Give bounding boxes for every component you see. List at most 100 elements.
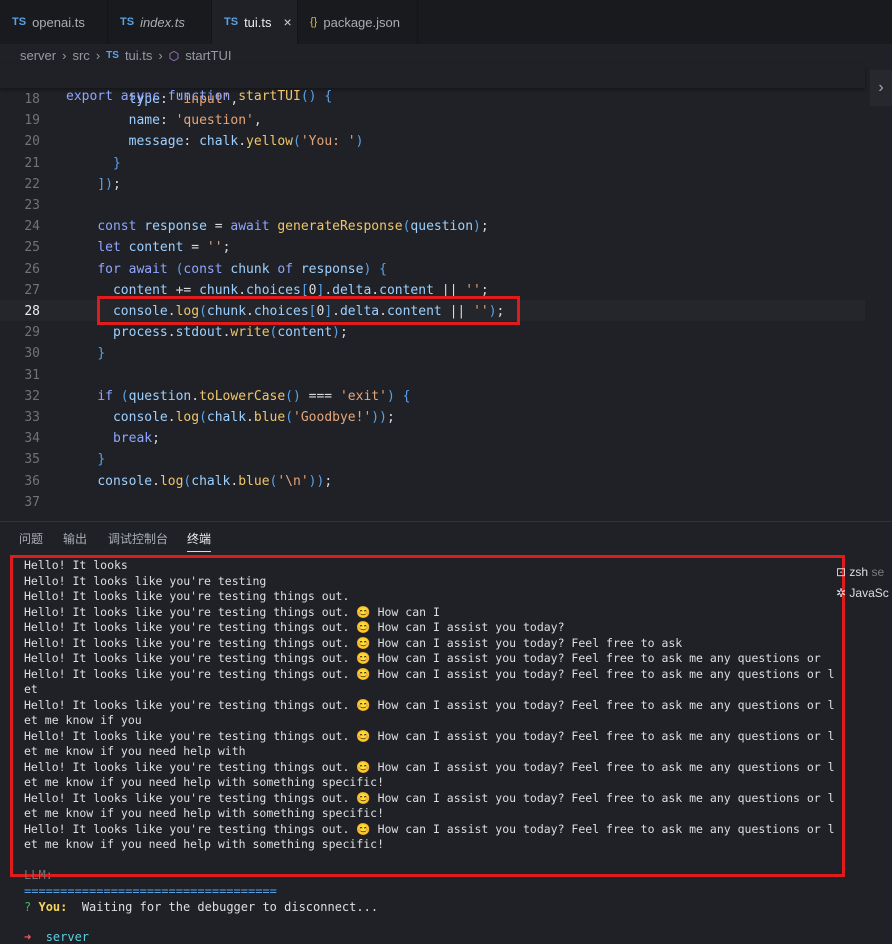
tab-terminal[interactable]: 终端 (187, 524, 212, 554)
prompt-line: ? You: Waiting for the debugger to disco… (24, 900, 378, 914)
sticky-scroll-header[interactable]: export async function startTUI() { (0, 64, 865, 104)
code-line[interactable]: 24 const response = await generateRespon… (0, 216, 865, 237)
punctuation: () { (300, 89, 333, 104)
highlight-box-line-28 (97, 296, 520, 325)
code-text: console.log(chalk.blue('Goodbye!')); (112, 410, 395, 425)
function-name: startTUI (238, 89, 301, 104)
line-number: 22 (24, 176, 40, 192)
code-line[interactable]: 30 } (0, 343, 865, 364)
tab-debug-console[interactable]: 调试控制台 (108, 524, 168, 554)
breadcrumb: server › src › TS tui.ts › ⬡ startTUI (20, 48, 231, 63)
code-line[interactable]: 34 break; (0, 428, 865, 449)
code-line[interactable]: 22 ]); (0, 174, 865, 195)
tab-output[interactable]: 输出 (63, 524, 87, 554)
terminal-list: ⊡ zsh se ✲ JavaSc (836, 562, 889, 604)
line-number: 33 (24, 410, 40, 425)
line-number: 37 (24, 494, 40, 510)
you-label: You: (38, 900, 68, 914)
current-directory: server (45, 930, 90, 944)
code-text: let content = ''; (97, 240, 231, 256)
separator-rule: =================================== (24, 884, 277, 898)
code-line[interactable]: 37 (0, 492, 865, 513)
code-line[interactable]: 35 } (0, 449, 865, 470)
line-number: 34 (24, 431, 40, 447)
code-line[interactable]: 21 } (0, 153, 865, 174)
code-line[interactable]: 20 message: chalk.yellow('You: ') (0, 131, 865, 152)
tab-label: index.ts (140, 14, 185, 30)
prompt-mark: ? (24, 900, 32, 914)
arrow-icon: ➜ (24, 930, 32, 944)
keyword: export (66, 89, 113, 104)
code-text: } (97, 346, 106, 362)
code-line[interactable]: 19 name: 'question', (0, 110, 865, 131)
json-file-icon: {} (310, 16, 318, 28)
code-line[interactable]: 33 console.log(chalk.blue('Goodbye!')); (0, 407, 865, 428)
line-number: 32 (24, 388, 40, 404)
code-line[interactable]: 26 for await (const chunk of response) { (0, 259, 865, 280)
typescript-file-icon: TS (224, 16, 239, 28)
symbol-cube-icon: ⬡ (168, 48, 180, 63)
breadcrumb-server[interactable]: server (20, 48, 56, 63)
line-number: 20 (24, 134, 40, 150)
code-text: const response = await generateResponse(… (97, 219, 489, 235)
line-number: 31 (24, 367, 40, 383)
debugger-status: Waiting for the debugger to disconnect..… (74, 900, 379, 914)
line-number: 21 (24, 155, 40, 171)
typescript-file-icon: TS (106, 50, 119, 61)
highlight-box-terminal (10, 555, 845, 877)
close-icon[interactable]: × (284, 14, 292, 30)
breadcrumb-symbol[interactable]: startTUI (185, 48, 231, 63)
breadcrumb-src[interactable]: src (72, 48, 89, 63)
terminal-icon: ⊡ (836, 565, 847, 579)
chevron-right-icon: › (62, 48, 67, 63)
terminal-item-zsh[interactable]: ⊡ zsh se (836, 562, 889, 583)
llm-label: LLM: (24, 868, 53, 882)
terminal-item-javascript-debug[interactable]: ✲ JavaSc (836, 583, 889, 604)
editor-tab-bar: TS openai.ts TS index.ts TS tui.ts × {} … (0, 0, 892, 44)
code-text: ]); (97, 176, 121, 192)
line-number: 24 (24, 219, 40, 235)
line-number: 30 (24, 346, 40, 362)
line-number: 36 (24, 473, 40, 489)
keyword: async (120, 89, 160, 104)
debug-icon: ✲ (836, 586, 847, 600)
code-text: console.log(chalk.blue('\n')); (97, 473, 333, 489)
tab-label: package.json (323, 14, 400, 30)
panel-divider (0, 521, 892, 522)
line-number: 28 (24, 304, 40, 319)
line-number: 35 (24, 452, 40, 468)
code-text: process.stdout.write(content); (112, 325, 348, 341)
tab-label: tui.ts (244, 14, 272, 30)
code-text: name: 'question', (128, 113, 262, 129)
code-text: if (question.toLowerCase() === 'exit') { (97, 388, 411, 404)
code-text: message: chalk.yellow('You: ') (128, 134, 364, 150)
code-text: for await (const chunk of response) { (97, 261, 387, 277)
typescript-file-icon: TS (120, 16, 135, 28)
tab-package-json[interactable]: {} package.json (298, 0, 418, 44)
tab-openai-ts[interactable]: TS openai.ts (0, 0, 108, 44)
chevron-right-icon[interactable]: › (870, 70, 892, 106)
chevron-right-icon: › (158, 48, 163, 63)
breadcrumb-file[interactable]: tui.ts (125, 48, 152, 63)
code-text: break; (112, 431, 160, 447)
code-line[interactable]: 32 if (question.toLowerCase() === 'exit'… (0, 386, 865, 407)
chevron-right-icon: › (95, 48, 101, 63)
code-line[interactable]: 23 (0, 195, 865, 216)
code-text: } (112, 155, 121, 171)
line-number: 25 (24, 240, 40, 256)
tab-problems[interactable]: 问题 (19, 524, 43, 554)
line-number: 26 (24, 261, 40, 277)
code-line[interactable]: 36 console.log(chalk.blue('\n')); (0, 471, 865, 492)
code-line[interactable]: 25 let content = ''; (0, 237, 865, 258)
code-line[interactable]: 29 process.stdout.write(content); (0, 322, 865, 343)
code-line[interactable]: 31 (0, 365, 865, 386)
keyword: function (167, 89, 231, 104)
line-number: 27 (24, 282, 40, 298)
line-number: 23 (24, 198, 40, 213)
typescript-file-icon: TS (12, 16, 27, 28)
shell-prompt: ➜ server (24, 930, 89, 944)
tab-tui-ts[interactable]: TS tui.ts × (212, 0, 298, 44)
tab-index-ts[interactable]: TS index.ts (108, 0, 212, 44)
tab-label: openai.ts (32, 14, 85, 30)
line-number: 29 (24, 325, 40, 341)
